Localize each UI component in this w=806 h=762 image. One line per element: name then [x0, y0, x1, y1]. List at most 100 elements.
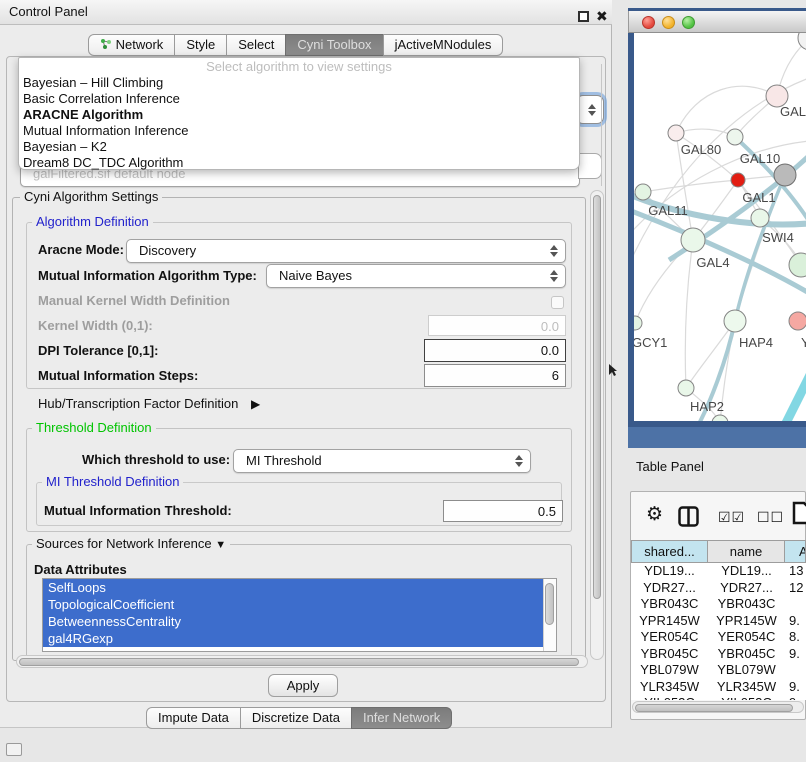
algorithm-option[interactable]: ARACNE Algorithm [19, 107, 579, 123]
network-node[interactable] [751, 209, 769, 227]
split-columns-icon[interactable] [678, 506, 699, 527]
table-cell[interactable]: YLR345W [708, 679, 785, 696]
column-header-partial[interactable]: A [785, 540, 806, 563]
node-attribute-table[interactable]: YDL19...YDL19...13YDR27...YDR27...12YBR0… [631, 563, 806, 700]
attributes-list-scrollbar[interactable] [543, 579, 556, 651]
table-cell[interactable]: YDL19... [631, 563, 708, 580]
table-row[interactable]: YIL052CYIL052C9. [631, 695, 806, 700]
scrollbar-thumb[interactable] [545, 583, 554, 625]
deselect-checks-icon[interactable]: ☐☐ [757, 509, 784, 526]
close-icon[interactable]: ✖ [596, 8, 608, 25]
attribute-list-item[interactable]: SelfLoops [43, 579, 556, 596]
network-node[interactable] [727, 129, 743, 145]
table-cell[interactable]: 8. [785, 629, 806, 646]
dock-panel-button[interactable] [6, 743, 22, 756]
network-node[interactable] [724, 310, 746, 332]
table-cell[interactable]: 9. [785, 613, 806, 630]
column-header-name[interactable]: name [708, 540, 785, 563]
table-cell[interactable]: YBR043C [708, 596, 785, 613]
data-attributes-list[interactable]: SelfLoopsTopologicalCoefficientBetweenne… [42, 578, 557, 652]
kernel-width-field[interactable]: 0.0 [428, 315, 566, 336]
network-view-canvas[interactable]: GALGAL80GAL10GAL1GAL11SWI4GAL4GCY1HAP4YH… [634, 33, 806, 421]
scrollbar-thumb[interactable] [19, 658, 579, 666]
table-row[interactable]: YLR345WYLR345W9. [631, 679, 806, 696]
attribute-list-item[interactable]: gal4RGexp [43, 630, 556, 647]
tab-infer-network[interactable]: Infer Network [351, 707, 452, 729]
tab-cyni-toolbox[interactable]: Cyni Toolbox [285, 34, 383, 56]
hub-definition-expander[interactable]: Hub/Transcription Factor Definition ▶ [38, 394, 260, 414]
table-cell[interactable]: YIL052C [708, 695, 785, 700]
select-all-checks-icon[interactable]: ☑☑ [718, 509, 745, 526]
scrollbar-thumb[interactable] [635, 704, 793, 712]
table-row[interactable]: YPR145WYPR145W9. [631, 613, 806, 630]
table-cell[interactable] [785, 596, 806, 613]
combobox-fragment[interactable] [578, 153, 602, 179]
network-node[interactable] [681, 228, 705, 252]
table-cell[interactable]: YPR145W [631, 613, 708, 630]
zoom-traffic-light-icon[interactable] [682, 16, 695, 29]
table-row[interactable]: YBL079WYBL079W [631, 662, 806, 679]
network-node[interactable] [635, 184, 651, 200]
network-node[interactable] [678, 380, 694, 396]
table-horizontal-scrollbar[interactable] [632, 701, 804, 713]
table-cell[interactable]: YIL052C [631, 695, 708, 700]
algorithm-option[interactable]: Dream8 DC_TDC Algorithm [19, 155, 579, 171]
table-cell[interactable]: YDR27... [631, 580, 708, 597]
algorithm-option[interactable]: Bayesian – K2 [19, 139, 579, 155]
aracne-mode-select[interactable]: Discovery [126, 239, 566, 263]
table-cell[interactable]: YBL079W [708, 662, 785, 679]
network-node[interactable] [774, 164, 796, 186]
apply-button[interactable]: Apply [268, 674, 338, 697]
table-row[interactable]: YER054CYER054C8. [631, 629, 806, 646]
tab-discretize-data[interactable]: Discretize Data [240, 707, 352, 729]
manual-kernel-checkbox[interactable] [551, 296, 564, 309]
table-cell[interactable]: YER054C [708, 629, 785, 646]
table-cell[interactable]: 9. [785, 646, 806, 663]
table-row[interactable]: YDR27...YDR27...12 [631, 580, 806, 597]
tab-impute-data[interactable]: Impute Data [146, 707, 241, 729]
table-cell[interactable]: YDL19... [708, 563, 785, 580]
minimize-traffic-light-icon[interactable] [662, 16, 675, 29]
table-cell[interactable]: YLR345W [631, 679, 708, 696]
attribute-list-item[interactable]: TopologicalCoefficient [43, 596, 556, 613]
close-traffic-light-icon[interactable] [642, 16, 655, 29]
mi-threshold-field[interactable]: 0.5 [443, 500, 563, 522]
table-row[interactable]: YBR045CYBR045C9. [631, 646, 806, 663]
algorithm-option[interactable]: Mutual Information Inference [19, 123, 579, 139]
table-cell[interactable]: 13 [785, 563, 806, 580]
table-cell[interactable]: YBR045C [631, 646, 708, 663]
sources-group-title[interactable]: Sources for Network Inference ▼ [32, 537, 230, 552]
network-node[interactable] [789, 253, 806, 277]
dpi-tolerance-field[interactable]: 0.0 [424, 339, 566, 362]
document-icon[interactable] [792, 501, 806, 525]
table-cell[interactable]: YBL079W [631, 662, 708, 679]
table-cell[interactable] [785, 662, 806, 679]
network-node[interactable] [634, 316, 642, 330]
table-cell[interactable]: YDR27... [708, 580, 785, 597]
network-node[interactable] [789, 312, 806, 330]
scrollbar-thumb[interactable] [593, 195, 601, 599]
table-cell[interactable]: 12 [785, 580, 806, 597]
table-cell[interactable]: YPR145W [708, 613, 785, 630]
network-node[interactable] [798, 33, 806, 50]
network-node[interactable] [731, 173, 745, 187]
table-cell[interactable]: YBR045C [708, 646, 785, 663]
algorithm-option[interactable]: Basic Correlation Inference [19, 91, 579, 107]
table-row[interactable]: YDL19...YDL19...13 [631, 563, 806, 580]
mi-type-select[interactable]: Naive Bayes [266, 264, 566, 288]
tab-style[interactable]: Style [174, 34, 227, 56]
table-row[interactable]: YBR043CYBR043C [631, 596, 806, 613]
settings-vertical-scrollbar[interactable] [590, 190, 604, 660]
algorithm-combobox-fragment[interactable] [576, 95, 604, 124]
settings-horizontal-scrollbar[interactable] [16, 655, 588, 668]
table-cell[interactable]: YBR043C [631, 596, 708, 613]
tab-jactivemnodules[interactable]: jActiveMNodules [383, 34, 504, 56]
tab-network[interactable]: Network [88, 34, 175, 56]
network-node[interactable] [668, 125, 684, 141]
column-header-shared-name[interactable]: shared... [631, 540, 708, 563]
table-cell[interactable]: 9. [785, 695, 806, 700]
table-cell[interactable]: 9. [785, 679, 806, 696]
network-window-titlebar[interactable] [628, 11, 806, 33]
attribute-list-item[interactable]: BetweennessCentrality [43, 613, 556, 630]
network-node[interactable] [712, 415, 728, 421]
